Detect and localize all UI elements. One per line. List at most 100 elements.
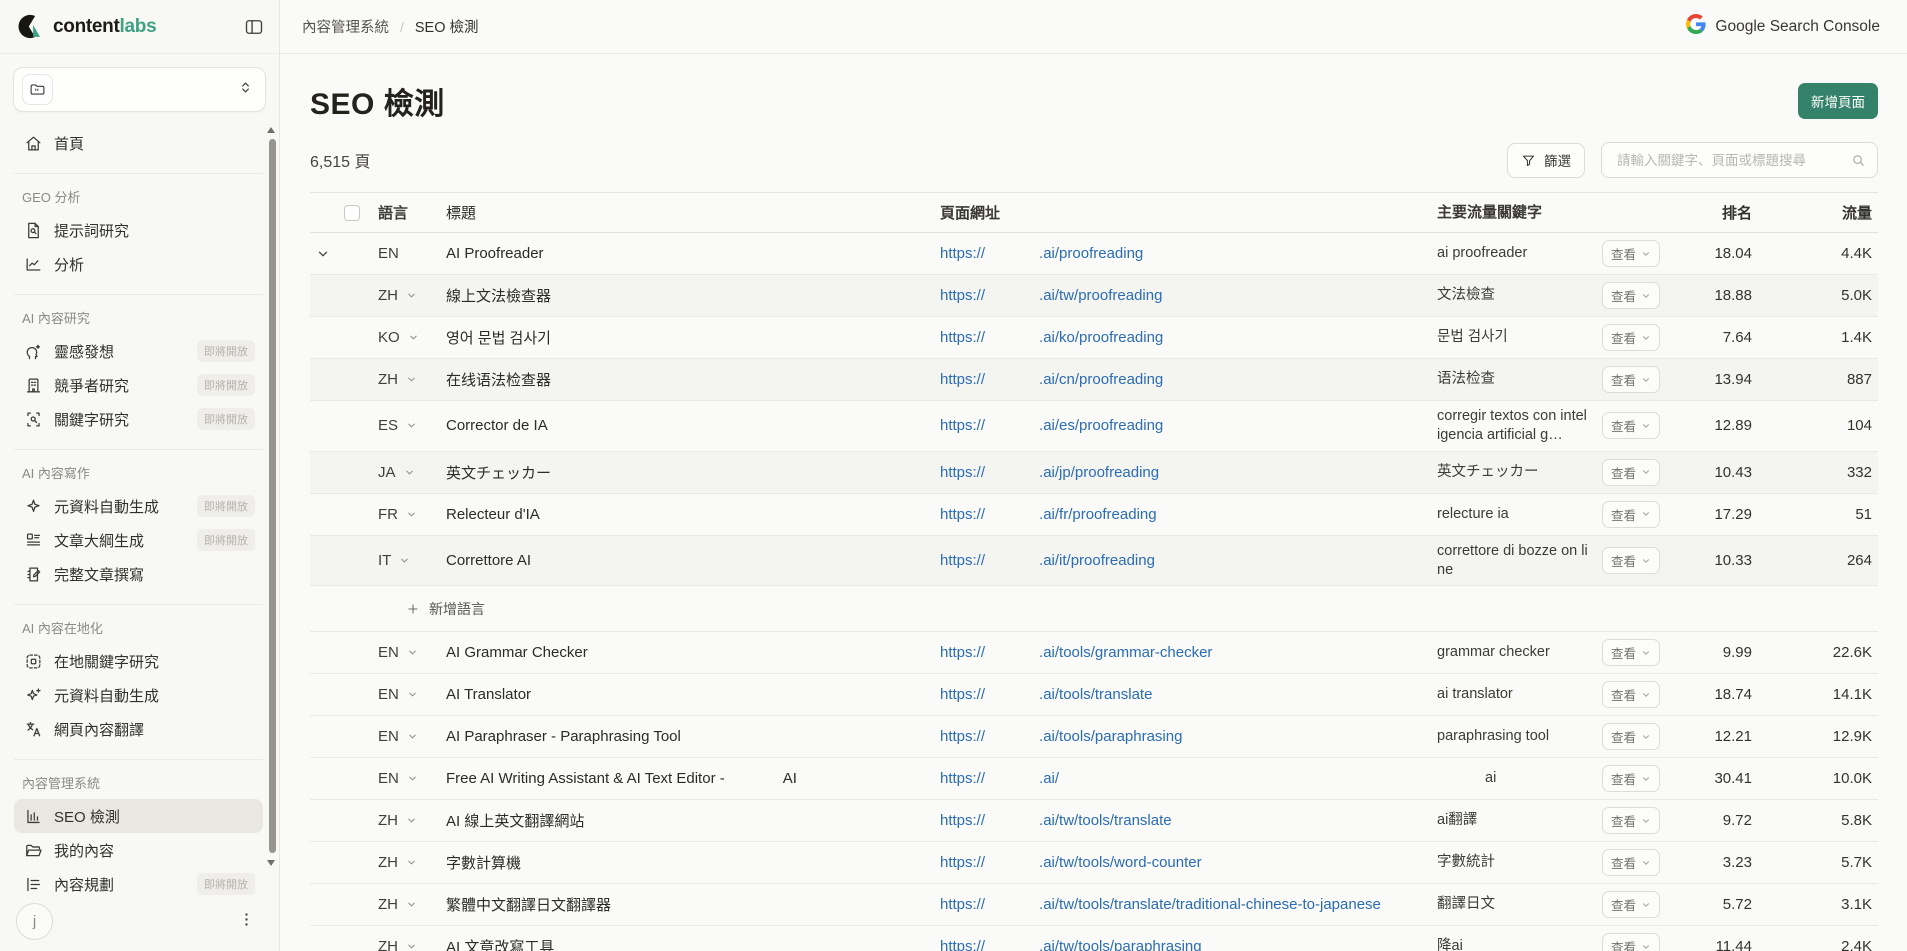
- sidebar-scrollbar-thumb[interactable]: [269, 139, 276, 853]
- lang-chevron-icon[interactable]: [408, 332, 419, 343]
- chevron-down-icon: [1641, 467, 1651, 477]
- breadcrumb-parent[interactable]: 內容管理系統: [302, 16, 389, 37]
- view-label: 查看: [1611, 244, 1636, 263]
- sidebar-item[interactable]: 完整文章撰寫: [14, 557, 263, 591]
- view-dropdown[interactable]: 查看: [1602, 366, 1660, 393]
- sidebar-item[interactable]: 在地關鍵字研究: [14, 644, 263, 678]
- view-cell: 查看: [1602, 639, 1686, 666]
- lang-chevron-icon[interactable]: [406, 420, 417, 431]
- lang-chevron-icon[interactable]: [406, 857, 417, 868]
- lang-chevron-icon[interactable]: [406, 290, 417, 301]
- view-dropdown[interactable]: 查看: [1602, 933, 1660, 951]
- page-url-link[interactable]: https://.ai/tools/paraphrasing: [940, 728, 1182, 745]
- page-url-link[interactable]: https://.ai/tw/tools/translate/tradition…: [940, 896, 1381, 913]
- rank-value: 12.89: [1686, 417, 1778, 434]
- page-url-link[interactable]: https://.ai/cn/proofreading: [940, 371, 1163, 388]
- filter-button[interactable]: 篩選: [1507, 143, 1585, 178]
- url-cell: https://.ai/cn/proofreading: [932, 371, 1437, 388]
- sidebar-item[interactable]: 首頁: [14, 126, 263, 160]
- lang-chevron-icon[interactable]: [406, 941, 417, 951]
- view-dropdown[interactable]: 查看: [1602, 891, 1660, 918]
- view-cell: 查看: [1602, 501, 1686, 528]
- url-cell: https://.ai/ko/proofreading: [932, 329, 1437, 346]
- view-cell: 查看: [1602, 324, 1686, 351]
- view-dropdown[interactable]: 查看: [1602, 501, 1660, 528]
- page-url-link[interactable]: https://.ai/tw/tools/word-counter: [940, 854, 1202, 871]
- view-dropdown[interactable]: 查看: [1602, 639, 1660, 666]
- lang-chevron-icon[interactable]: [407, 689, 418, 700]
- page-url-link[interactable]: https://.ai/tools/translate: [940, 686, 1152, 703]
- page-url-link[interactable]: https://.ai/tools/grammar-checker: [940, 644, 1212, 661]
- sidebar-item[interactable]: 關鍵字研究即將開放: [14, 402, 263, 436]
- sidebar-item[interactable]: 競爭者研究即將開放: [14, 368, 263, 402]
- workspace-selector[interactable]: [13, 67, 266, 112]
- page-title-cell: Correttore AI: [436, 548, 932, 573]
- page-url-link[interactable]: https://.ai/es/proofreading: [940, 417, 1163, 434]
- page-url-link[interactable]: https://.ai/it/proofreading: [940, 552, 1155, 569]
- sidebar-item[interactable]: SEO 檢測: [14, 799, 263, 833]
- keyword-cell: ai翻譯: [1437, 805, 1602, 836]
- sidebar-item[interactable]: 元資料自動生成: [14, 678, 263, 712]
- scrollbar-up-arrow[interactable]: [267, 127, 275, 133]
- row-expander-icon[interactable]: [310, 233, 336, 274]
- view-dropdown[interactable]: 查看: [1602, 723, 1660, 750]
- sidebar-collapse-icon[interactable]: [243, 16, 265, 38]
- lang-chevron-icon[interactable]: [407, 773, 418, 784]
- view-label: 查看: [1611, 811, 1636, 830]
- lang-code: EN: [378, 644, 399, 661]
- sidebar-item[interactable]: 網頁內容翻譯: [14, 712, 263, 746]
- sidebar-item[interactable]: 元資料自動生成即將開放: [14, 489, 263, 523]
- more-options-icon[interactable]: [238, 911, 255, 933]
- view-dropdown[interactable]: 查看: [1602, 324, 1660, 351]
- google-search-console-link[interactable]: Google Search Console: [1686, 14, 1880, 39]
- view-dropdown[interactable]: 查看: [1602, 412, 1660, 439]
- page-url-link[interactable]: https://.ai/jp/proofreading: [940, 464, 1159, 481]
- page-url-link[interactable]: https://.ai/tw/tools/paraphrasing: [940, 938, 1202, 951]
- sidebar-item[interactable]: 我的內容: [14, 833, 263, 867]
- view-dropdown[interactable]: 查看: [1602, 849, 1660, 876]
- lang-chevron-icon[interactable]: [406, 899, 417, 910]
- sidebar-item[interactable]: 提示詞研究: [14, 213, 263, 247]
- view-dropdown[interactable]: 查看: [1602, 240, 1660, 267]
- page-title-cell: AI Paraphraser - Paraphrasing Tool: [436, 724, 932, 749]
- sidebar-item[interactable]: 分析: [14, 247, 263, 281]
- page-url-link[interactable]: https://.ai/tw/tools/translate: [940, 812, 1172, 829]
- view-dropdown[interactable]: 查看: [1602, 282, 1660, 309]
- lang-chevron-icon[interactable]: [404, 467, 415, 478]
- page-title-cell: Free AI Writing Assistant & AI Text Edit…: [436, 766, 932, 791]
- view-dropdown[interactable]: 查看: [1602, 459, 1660, 486]
- lang-chevron-icon[interactable]: [407, 731, 418, 742]
- sidebar-item[interactable]: 靈感發想即將開放: [14, 334, 263, 368]
- sidebar-item[interactable]: 文章大綱生成即將開放: [14, 523, 263, 557]
- search-input[interactable]: [1615, 152, 1851, 169]
- page-title-cell: Relecteur d'IA: [436, 502, 932, 527]
- view-label: 查看: [1611, 328, 1636, 347]
- header-rank: 排名: [1686, 202, 1778, 223]
- page-url-link[interactable]: https://.ai/tw/proofreading: [940, 287, 1162, 304]
- scrollbar-down-arrow[interactable]: [267, 860, 275, 866]
- add-page-button[interactable]: 新增頁面: [1798, 83, 1878, 119]
- view-dropdown[interactable]: 查看: [1602, 765, 1660, 792]
- view-dropdown[interactable]: 查看: [1602, 807, 1660, 834]
- lang-chevron-icon[interactable]: [406, 509, 417, 520]
- lang-chevron-icon[interactable]: [399, 555, 410, 566]
- sidebar-item[interactable]: 內容規劃即將開放: [14, 867, 263, 901]
- search-box: [1601, 142, 1878, 178]
- lang-chevron-icon[interactable]: [407, 647, 418, 658]
- lang-code: ZH: [378, 854, 398, 871]
- chevron-down-icon: [1641, 333, 1651, 343]
- page-url-link[interactable]: https://.ai/proofreading: [940, 245, 1143, 262]
- view-dropdown[interactable]: 查看: [1602, 681, 1660, 708]
- lang-code: KO: [378, 329, 400, 346]
- page-url-link[interactable]: https://.ai/: [940, 770, 1059, 787]
- traffic-value: 5.0K: [1778, 287, 1878, 304]
- user-avatar[interactable]: j: [16, 903, 53, 940]
- lang-chevron-icon[interactable]: [406, 374, 417, 385]
- add-language-row[interactable]: 新增語言: [310, 586, 1878, 632]
- lang-chevron-icon[interactable]: [406, 815, 417, 826]
- select-all-checkbox[interactable]: [344, 205, 360, 221]
- page-url-link[interactable]: https://.ai/ko/proofreading: [940, 329, 1163, 346]
- view-dropdown[interactable]: 查看: [1602, 547, 1660, 574]
- page-url-link[interactable]: https://.ai/fr/proofreading: [940, 506, 1157, 523]
- page-title-cell: 字數計算機: [436, 848, 932, 877]
